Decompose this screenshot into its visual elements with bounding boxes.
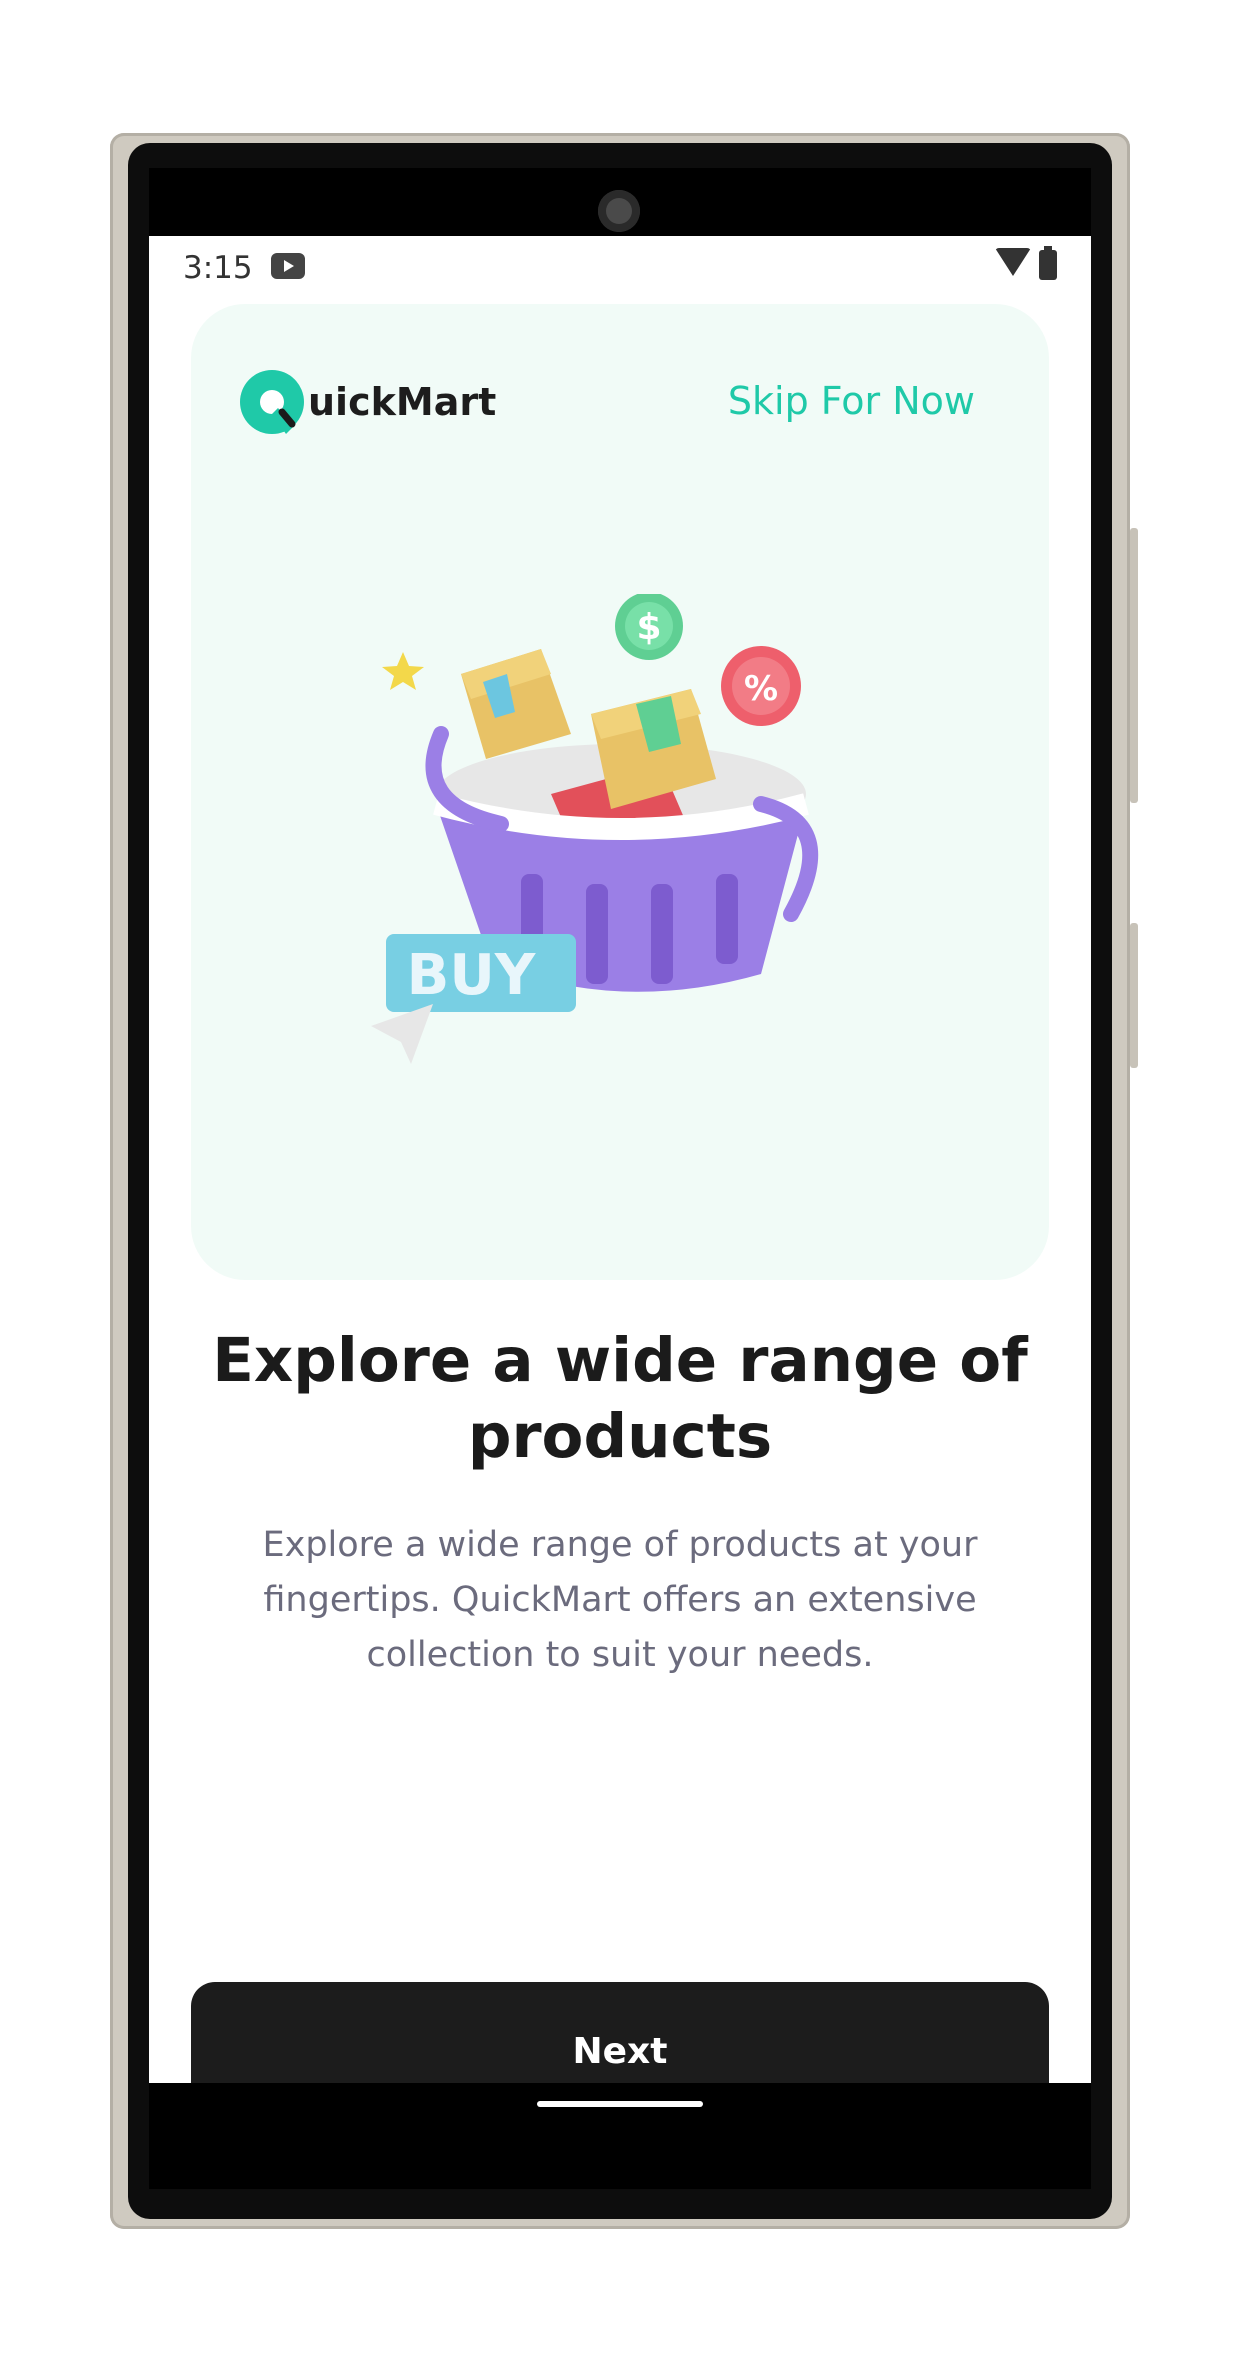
status-bar: 3:15	[149, 236, 1091, 296]
wifi-icon	[995, 248, 1031, 276]
battery-icon	[1039, 246, 1057, 280]
hero-card: uickMart Skip For Now $ % BUY	[191, 304, 1049, 1280]
youtube-icon	[271, 253, 305, 279]
star-icon	[382, 652, 424, 690]
buy-tag: BUY	[386, 934, 576, 1012]
package-box-icon	[461, 649, 571, 759]
onboarding-screen: 3:15 uickMart Skip For Now $ % BUY Explo…	[149, 236, 1091, 2188]
logo-text: uickMart	[308, 380, 497, 424]
home-indicator[interactable]	[537, 2101, 703, 2107]
navigation-bar	[149, 2083, 1091, 2189]
power-button	[1130, 528, 1138, 803]
onboarding-description: Explore a wide range of products at your…	[262, 1525, 978, 1675]
logo-q-icon	[240, 370, 304, 434]
cursor-icon	[371, 1004, 433, 1064]
volume-button	[1130, 923, 1138, 1068]
percent-symbol: %	[744, 669, 778, 709]
dollar-symbol: $	[636, 607, 661, 648]
shopping-basket-illustration: $ % BUY	[371, 594, 819, 1064]
phone-screen: 3:15 uickMart Skip For Now $ % BUY Explo…	[149, 168, 1091, 2189]
skip-for-now-link[interactable]: Skip For Now	[728, 379, 975, 423]
status-time: 3:15	[183, 250, 253, 286]
buy-label: BUY	[407, 943, 537, 1008]
front-camera	[598, 190, 640, 232]
onboarding-title: Explore a wide range of products	[212, 1325, 1028, 1472]
